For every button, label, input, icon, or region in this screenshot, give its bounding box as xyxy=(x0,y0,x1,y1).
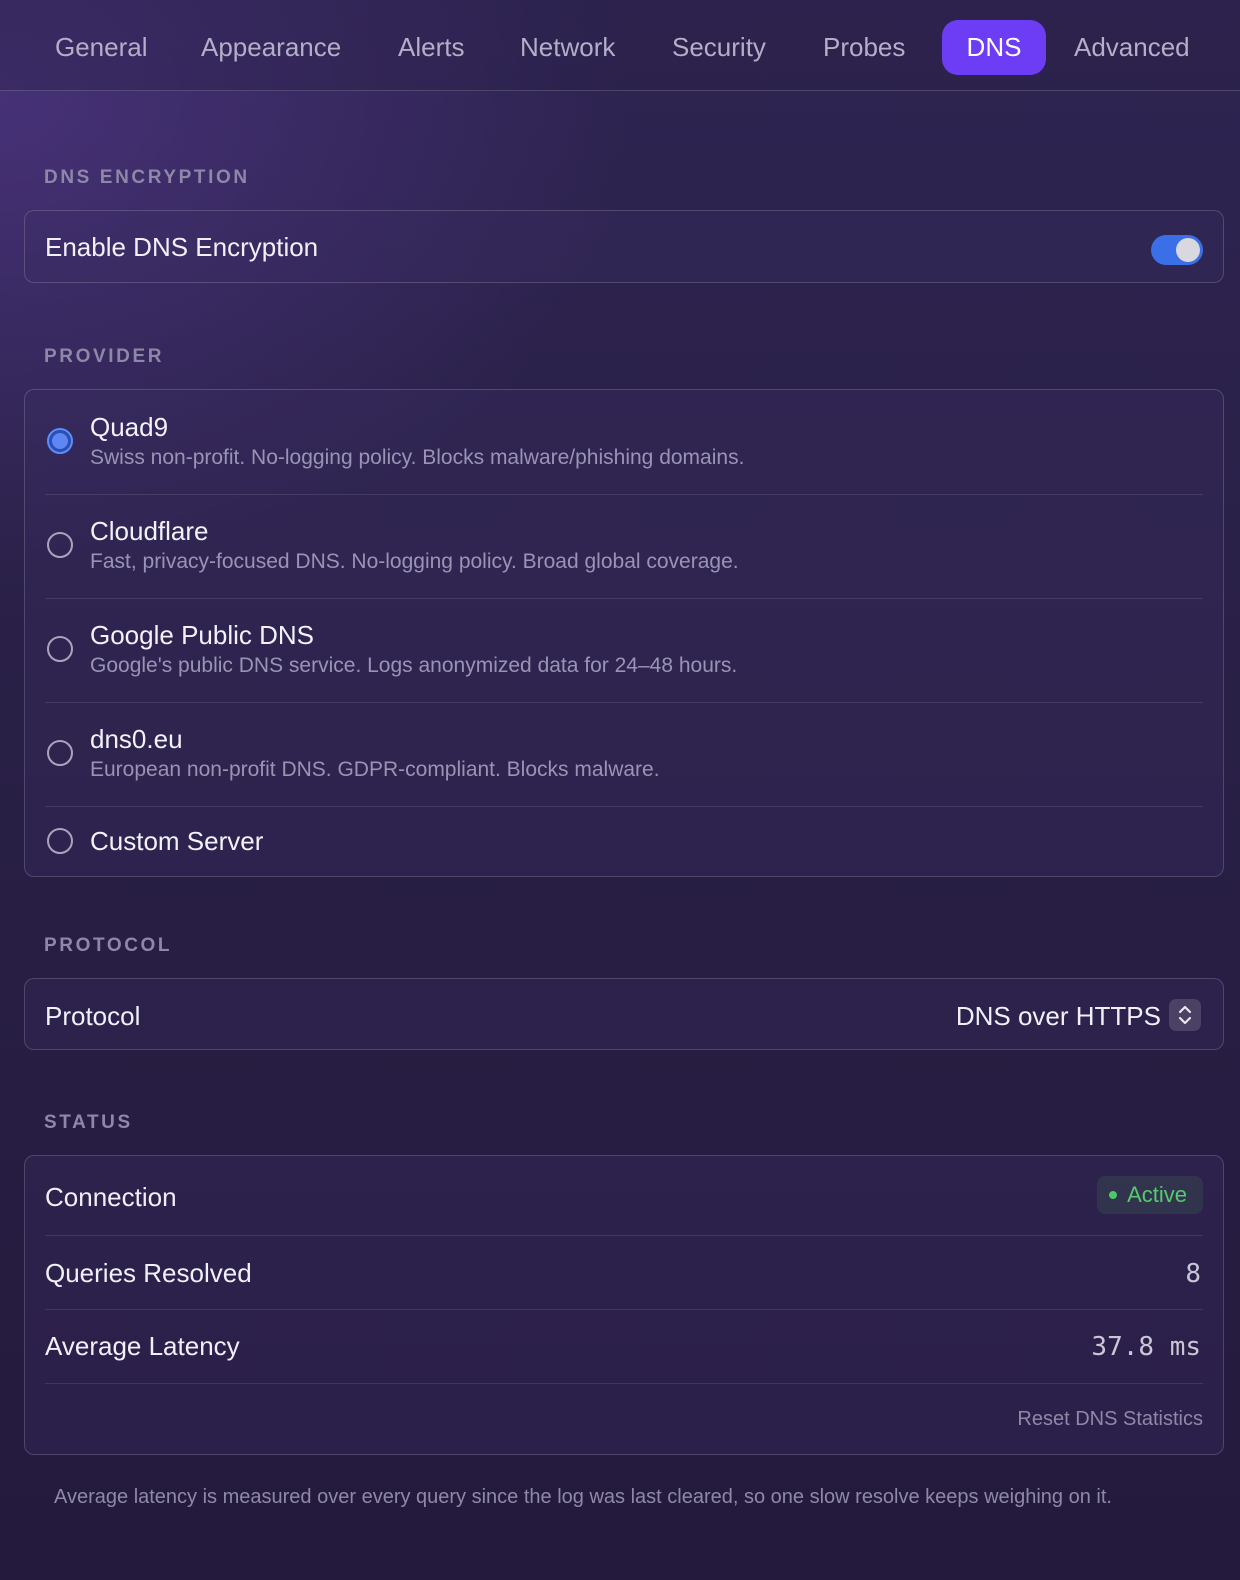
queries-resolved-label: Queries Resolved xyxy=(45,1258,252,1288)
radio-dns0-eu[interactable] xyxy=(47,740,73,766)
provider-description: European non-profit DNS. GDPR-compliant.… xyxy=(90,758,660,781)
average-latency-value: 37.8 ms xyxy=(1091,1332,1201,1362)
divider xyxy=(45,1309,1203,1310)
tab-appearance[interactable]: Appearance xyxy=(177,20,365,75)
tab-network[interactable]: Network xyxy=(496,20,639,75)
provider-card: Quad9 Swiss non-profit. No-logging polic… xyxy=(24,389,1224,877)
radio-cloudflare[interactable] xyxy=(47,532,73,558)
section-label-dns-encryption: DNS ENCRYPTION xyxy=(44,167,250,188)
connection-label: Connection xyxy=(45,1182,177,1212)
radio-custom-server[interactable] xyxy=(47,828,73,854)
status-dot-icon xyxy=(1109,1191,1118,1199)
latency-footnote: Average latency is measured over every q… xyxy=(54,1486,1112,1508)
provider-name: dns0.eu xyxy=(90,724,183,754)
dns-encryption-toggle[interactable] xyxy=(1151,235,1203,265)
provider-option-cloudflare[interactable]: Cloudflare Fast, privacy-focused DNS. No… xyxy=(25,494,1225,598)
queries-resolved-value: 8 xyxy=(1185,1259,1201,1289)
tab-probes[interactable]: Probes xyxy=(799,20,929,75)
provider-name: Google Public DNS xyxy=(90,620,314,650)
section-label-provider: PROVIDER xyxy=(44,346,165,367)
radio-google-public-dns[interactable] xyxy=(47,636,73,662)
provider-description: Fast, privacy-focused DNS. No-logging po… xyxy=(90,550,739,573)
protocol-label: Protocol xyxy=(45,1001,141,1031)
chevron-up-down-icon xyxy=(1178,1005,1192,1025)
section-label-protocol: PROTOCOL xyxy=(44,935,173,956)
divider xyxy=(45,1235,1203,1236)
enable-dns-encryption-label: Enable DNS Encryption xyxy=(45,232,319,262)
protocol-select-value[interactable]: DNS over HTTPS xyxy=(956,1001,1161,1032)
tab-general[interactable]: General xyxy=(31,20,172,75)
protocol-card: Protocol DNS over HTTPS xyxy=(24,978,1224,1050)
reset-dns-statistics-button[interactable]: Reset DNS Statistics xyxy=(1017,1408,1203,1431)
provider-description: Swiss non-profit. No-logging policy. Blo… xyxy=(90,446,745,469)
provider-name: Cloudflare xyxy=(90,516,209,546)
radio-quad9[interactable] xyxy=(47,428,73,454)
provider-option-quad9[interactable]: Quad9 Swiss non-profit. No-logging polic… xyxy=(25,390,1225,494)
provider-option-custom-server[interactable]: Custom Server xyxy=(25,806,1225,878)
provider-name: Custom Server xyxy=(90,826,264,856)
status-badge-text: Active xyxy=(1127,1182,1187,1207)
status-card: Connection Active Queries Resolved 8 Ave… xyxy=(24,1155,1224,1455)
tab-advanced[interactable]: Advanced xyxy=(1050,20,1214,75)
provider-option-dns0-eu[interactable]: dns0.eu European non-profit DNS. GDPR-co… xyxy=(25,702,1225,806)
provider-option-google-public-dns[interactable]: Google Public DNS Google's public DNS se… xyxy=(25,598,1225,702)
tab-security[interactable]: Security xyxy=(648,20,790,75)
divider xyxy=(45,1383,1203,1384)
toggle-knob xyxy=(1176,238,1200,262)
status-badge: Active xyxy=(1097,1176,1203,1214)
provider-description: Google's public DNS service. Logs anonym… xyxy=(90,654,738,677)
tab-alerts[interactable]: Alerts xyxy=(374,20,488,75)
provider-name: Quad9 xyxy=(90,412,169,442)
tab-dns[interactable]: DNS xyxy=(942,20,1046,75)
settings-tab-bar: General Appearance Alerts Network Securi… xyxy=(0,0,1240,91)
average-latency-label: Average Latency xyxy=(45,1331,240,1361)
dns-encryption-card: Enable DNS Encryption xyxy=(24,210,1224,283)
section-label-status: STATUS xyxy=(44,1112,133,1133)
protocol-select-stepper[interactable] xyxy=(1169,999,1201,1031)
